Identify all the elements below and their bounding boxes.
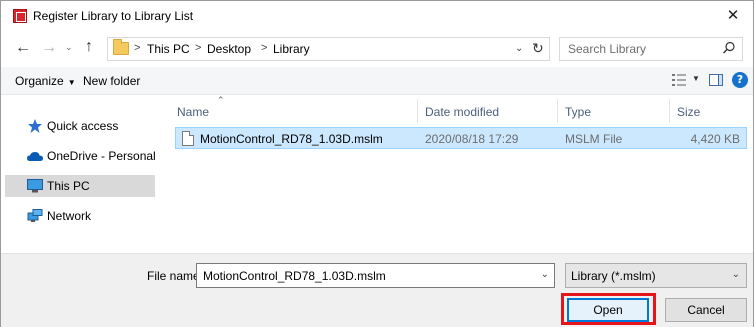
up-arrow-icon[interactable]: ↑ <box>85 38 93 56</box>
file-icon <box>182 131 194 146</box>
breadcrumb-separator: > <box>261 42 268 54</box>
nav-item-this-pc[interactable]: This PC <box>5 175 155 197</box>
dialog-footer: File name: MotionControl_RD78_1.03D.mslm… <box>1 253 753 327</box>
recent-locations-icon[interactable]: ⌄ <box>65 42 73 53</box>
column-header-date-modified[interactable]: Date modified <box>425 105 499 119</box>
star-icon <box>28 119 42 133</box>
address-row: ← → ⌄ ↑ > This PC > Desktop > Library ⌄ … <box>1 35 753 63</box>
search-placeholder: Search Library <box>568 42 647 56</box>
nav-item-label: This PC <box>47 179 90 193</box>
file-date-modified: 2020/08/18 17:29 <box>425 132 519 146</box>
monitor-icon <box>27 179 43 193</box>
cloud-icon <box>27 152 43 161</box>
title-bar: Register Library to Library List ✕ <box>1 1 753 31</box>
breadcrumb-this-pc[interactable]: This PC <box>147 42 190 56</box>
chevron-down-icon[interactable]: ⌄ <box>541 269 549 280</box>
nav-item-quick-access[interactable]: Quick access <box>5 115 155 137</box>
breadcrumb-desktop[interactable]: Desktop <box>207 42 251 56</box>
cancel-button[interactable]: Cancel <box>665 298 747 322</box>
search-icon[interactable] <box>722 41 736 55</box>
nav-item-label: OneDrive - Personal <box>47 149 156 163</box>
chevron-down-icon: ▼ <box>67 78 76 87</box>
file-row[interactable]: MotionControl_RD78_1.03D.mslm 2020/08/18… <box>175 127 747 149</box>
help-icon[interactable]: ? <box>732 72 748 88</box>
forward-arrow-icon[interactable]: → <box>41 39 57 57</box>
breadcrumb-separator: > <box>134 42 141 54</box>
breadcrumb-separator: > <box>195 42 202 54</box>
preview-pane-icon[interactable] <box>709 74 723 86</box>
chevron-down-icon: ⌄ <box>731 269 740 280</box>
open-button[interactable]: Open <box>567 298 649 322</box>
navigation-pane: Quick access OneDrive - Personal This PC… <box>1 95 161 253</box>
organize-button[interactable]: Organize ▼ <box>15 74 76 88</box>
address-dropdown-icon[interactable]: ⌄ <box>515 43 523 54</box>
nav-item-label: Network <box>47 209 92 223</box>
file-name-value: MotionControl_RD78_1.03D.mslm <box>203 269 386 283</box>
column-header-size[interactable]: Size <box>677 105 700 119</box>
file-name-label: File name: <box>147 269 204 283</box>
file-open-dialog: Register Library to Library List ✕ ← → ⌄… <box>0 0 754 327</box>
search-input[interactable]: Search Library <box>559 37 743 61</box>
file-size: 4,420 KB <box>690 132 740 146</box>
breadcrumb-library[interactable]: Library <box>273 42 310 56</box>
nav-item-onedrive[interactable]: OneDrive - Personal <box>5 145 156 167</box>
file-name: MotionControl_RD78_1.03D.mslm <box>200 132 383 146</box>
network-icon <box>27 209 43 222</box>
column-header-type[interactable]: Type <box>565 105 591 119</box>
new-folder-button[interactable]: New folder <box>83 74 140 88</box>
column-header-name[interactable]: Name <box>177 105 209 119</box>
folder-icon <box>113 39 129 55</box>
file-type: MSLM File <box>565 132 623 146</box>
command-bar: Organize ▼ New folder ▼ ? <box>1 67 753 95</box>
file-type-value: Library (*.mslm) <box>571 269 656 283</box>
nav-item-network[interactable]: Network <box>5 205 155 227</box>
file-list: ⌃ Name Date modified Type Size MotionCon… <box>161 95 753 253</box>
refresh-icon[interactable]: ↻ <box>532 40 544 57</box>
view-options-icon[interactable] <box>672 74 686 86</box>
nav-item-label: Quick access <box>47 119 119 133</box>
back-arrow-icon[interactable]: ← <box>15 39 31 57</box>
app-icon <box>13 9 27 23</box>
organize-label: Organize <box>15 74 64 88</box>
chevron-down-icon[interactable]: ▼ <box>692 74 700 83</box>
address-bar[interactable]: > This PC > Desktop > Library ⌄ ↻ <box>107 37 550 61</box>
close-button[interactable]: ✕ <box>713 1 753 31</box>
column-divider[interactable] <box>417 99 418 123</box>
column-divider[interactable] <box>669 99 670 123</box>
column-divider[interactable] <box>557 99 558 123</box>
window-title: Register Library to Library List <box>33 9 194 23</box>
file-type-select[interactable]: Library (*.mslm) ⌄ <box>565 263 747 288</box>
file-name-input[interactable]: MotionControl_RD78_1.03D.mslm ⌄ <box>196 263 555 288</box>
sort-ascending-icon: ⌃ <box>217 95 225 105</box>
